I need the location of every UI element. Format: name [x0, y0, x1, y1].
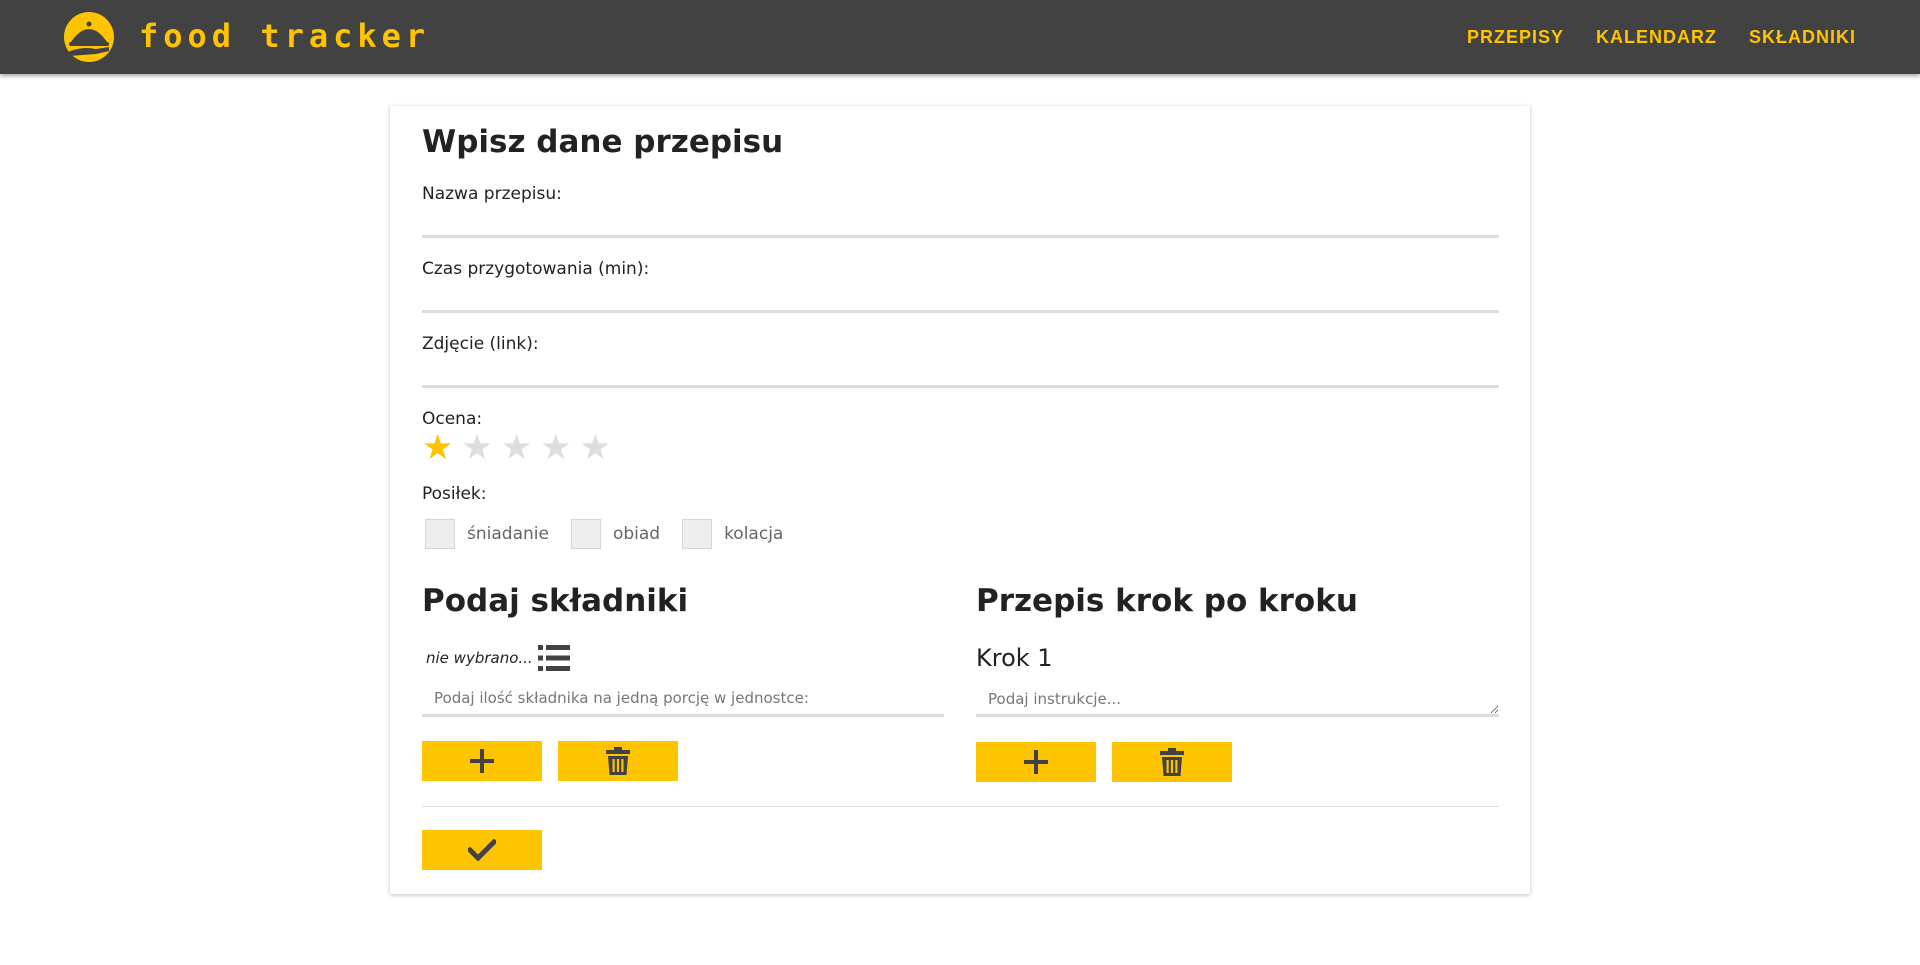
- meal-label: Posiłek:: [422, 484, 487, 504]
- rating-star-icon[interactable]: ★: [461, 431, 492, 466]
- checkbox[interactable]: [570, 519, 601, 549]
- nav-przepisy[interactable]: PRZEPISY: [1467, 27, 1564, 48]
- delete-ingredient-button[interactable]: [558, 741, 678, 781]
- photo-link-input[interactable]: [422, 358, 1499, 388]
- rating-star-icon[interactable]: ★: [422, 431, 453, 466]
- prep-time-label: Czas przygotowania (min):: [422, 259, 650, 279]
- add-step-button[interactable]: [976, 742, 1096, 782]
- section-divider: [422, 806, 1499, 807]
- checkbox[interactable]: [425, 519, 455, 549]
- ingredient-select[interactable]: nie wybrano...: [426, 649, 533, 667]
- brand-title[interactable]: food tracker: [139, 17, 430, 55]
- photo-link-label: Zdjęcie (link):: [422, 334, 539, 354]
- plus-icon: [1024, 750, 1048, 774]
- rating-stars: ★ ★ ★ ★ ★: [422, 431, 611, 466]
- main-nav: PRZEPISY KALENDARZ SKŁADNIKI: [1467, 27, 1856, 48]
- step-label: Krok 1: [976, 644, 1053, 672]
- cloche-icon[interactable]: [62, 11, 116, 63]
- steps-title: Przepis krok po kroku: [976, 583, 1358, 619]
- delete-step-button[interactable]: [1112, 742, 1232, 782]
- meal-option-breakfast[interactable]: śniadanie: [425, 519, 549, 549]
- meal-option-label: kolacja: [724, 524, 784, 544]
- recipe-name-input[interactable]: [422, 208, 1499, 238]
- form-title: Wpisz dane przepisu: [422, 124, 784, 160]
- rating-star-icon[interactable]: ★: [580, 431, 611, 466]
- ingredient-amount-input[interactable]: [422, 681, 944, 717]
- rating-label: Ocena:: [422, 409, 483, 429]
- list-icon[interactable]: [538, 644, 570, 672]
- check-icon: [468, 839, 496, 861]
- meal-option-dinner[interactable]: kolacja: [682, 519, 783, 549]
- rating-star-icon[interactable]: ★: [540, 431, 571, 466]
- plus-icon: [470, 749, 494, 773]
- meal-option-label: śniadanie: [467, 524, 549, 544]
- meal-checkboxes: śniadanie obiad kolacja: [425, 519, 805, 549]
- step-instruction-textarea[interactable]: [976, 681, 1499, 717]
- rating-star-icon[interactable]: ★: [501, 431, 532, 466]
- trash-icon: [606, 747, 630, 775]
- checkbox[interactable]: [682, 519, 713, 549]
- ingredients-title: Podaj składniki: [422, 583, 689, 619]
- submit-recipe-button[interactable]: [422, 830, 542, 870]
- trash-icon: [1160, 748, 1184, 776]
- meal-option-label: obiad: [612, 524, 661, 544]
- nav-skladniki[interactable]: SKŁADNIKI: [1749, 27, 1856, 48]
- top-navigation-bar: food tracker PRZEPISY KALENDARZ SKŁADNIK…: [0, 0, 1920, 74]
- meal-option-lunch[interactable]: obiad: [570, 519, 661, 549]
- add-ingredient-button[interactable]: [422, 741, 542, 781]
- prep-time-input[interactable]: [422, 283, 1499, 313]
- nav-kalendarz[interactable]: KALENDARZ: [1596, 27, 1717, 48]
- recipe-form-card: Wpisz dane przepisu Nazwa przepisu: Czas…: [390, 106, 1530, 894]
- recipe-name-label: Nazwa przepisu:: [422, 184, 562, 204]
